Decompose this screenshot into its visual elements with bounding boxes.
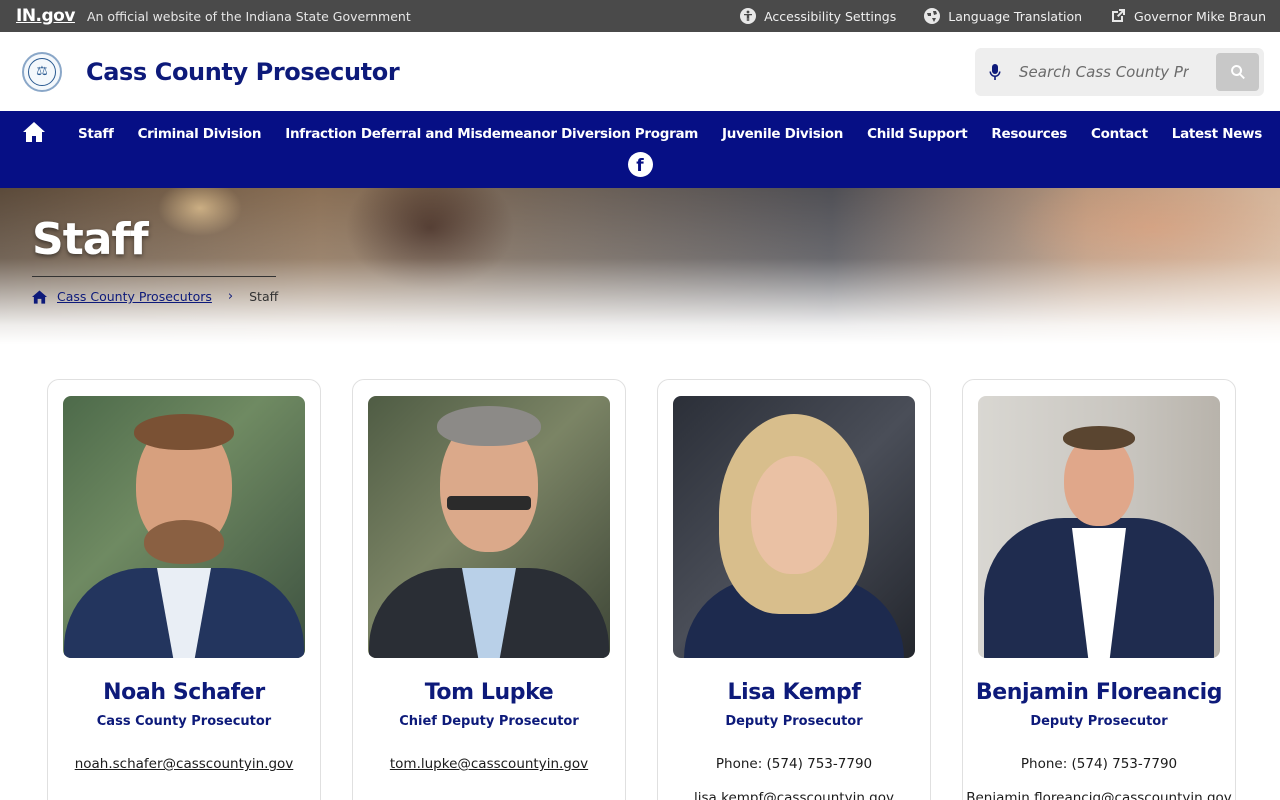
- nav-item-criminal-division[interactable]: Criminal Division: [138, 126, 262, 142]
- nav-item-resources[interactable]: Resources: [991, 126, 1067, 142]
- staff-list: Noah Schafer Cass County Prosecutor noah…: [0, 344, 1280, 800]
- search-box: [975, 47, 1264, 96]
- staff-photo: [673, 396, 915, 658]
- official-site-text: An official website of the Indiana State…: [86, 8, 411, 24]
- utility-bar: IN.gov An official website of the Indian…: [0, 0, 1280, 32]
- search-input[interactable]: [1019, 62, 1189, 81]
- nav-item-juvenile-division[interactable]: Juvenile Division: [722, 126, 843, 142]
- globe-icon: [924, 8, 941, 24]
- staff-name: Noah Schafer: [103, 680, 265, 705]
- staff-role: Cass County Prosecutor: [96, 714, 272, 729]
- site-header: ⚖ Cass County Prosecutor: [0, 32, 1280, 111]
- microphone-icon[interactable]: [987, 63, 1003, 80]
- hero-banner: Staff Cass County Prosecutors › Staff: [0, 188, 1280, 344]
- breadcrumb-home-icon[interactable]: [32, 289, 47, 304]
- language-label: Language Translation: [948, 8, 1083, 24]
- nav-item-staff[interactable]: Staff: [78, 126, 114, 142]
- nav-item-child-support[interactable]: Child Support: [867, 126, 968, 142]
- search-icon: [1230, 64, 1245, 79]
- staff-card: Tom Lupke Chief Deputy Prosecutor tom.lu…: [352, 379, 626, 800]
- staff-role: Deputy Prosecutor: [1030, 714, 1168, 729]
- nav-item-infraction-deferral[interactable]: Infraction Deferral and Misdemeanor Dive…: [285, 126, 698, 142]
- staff-phone: Phone: (574) 753-7790: [715, 756, 873, 772]
- nav-item-latest-news[interactable]: Latest News: [1172, 126, 1262, 142]
- nav-item-contact[interactable]: Contact: [1091, 126, 1148, 142]
- in-gov-brand[interactable]: IN.gov An official website of the Indian…: [16, 6, 411, 26]
- scales-icon: ⚖: [28, 57, 56, 86]
- staff-email-link[interactable]: Benjamin.floreancig@casscountyin.gov: [966, 790, 1232, 800]
- chevron-right-icon: ›: [227, 289, 234, 304]
- staff-role: Deputy Prosecutor: [725, 714, 863, 729]
- staff-email-link[interactable]: lisa.kempf@casscountyin.gov: [694, 790, 894, 800]
- staff-phone: Phone: (574) 753-7790: [1020, 756, 1178, 772]
- staff-photo: [368, 396, 610, 658]
- main-navigation: Staff Criminal Division Infraction Defer…: [0, 111, 1280, 188]
- staff-card: Benjamin Floreancig Deputy Prosecutor Ph…: [962, 379, 1236, 800]
- in-gov-logo[interactable]: IN.gov: [16, 6, 75, 26]
- staff-name: Lisa Kempf: [727, 680, 861, 705]
- language-translation-link[interactable]: Language Translation: [924, 8, 1082, 24]
- title-divider: [32, 276, 276, 277]
- staff-email-link[interactable]: tom.lupke@casscountyin.gov: [390, 756, 588, 772]
- home-icon[interactable]: [22, 121, 46, 147]
- staff-email-link[interactable]: noah.schafer@casscountyin.gov: [75, 756, 294, 772]
- governor-link[interactable]: Governor Mike Braun: [1110, 8, 1266, 24]
- staff-photo: [978, 396, 1220, 658]
- page-title: Staff: [32, 214, 149, 265]
- accessibility-settings-link[interactable]: Accessibility Settings: [740, 8, 896, 24]
- breadcrumb-current: Staff: [249, 289, 279, 304]
- external-link-icon: [1112, 9, 1126, 22]
- breadcrumb: Cass County Prosecutors › Staff: [32, 289, 278, 304]
- staff-name: Tom Lupke: [424, 680, 554, 705]
- staff-photo: [63, 396, 305, 658]
- facebook-icon[interactable]: f: [627, 152, 653, 177]
- breadcrumb-home-link[interactable]: Cass County Prosecutors: [57, 289, 212, 304]
- staff-name: Benjamin Floreancig: [975, 680, 1223, 705]
- site-title[interactable]: Cass County Prosecutor: [86, 58, 400, 86]
- staff-role: Chief Deputy Prosecutor: [399, 714, 579, 729]
- staff-card: Noah Schafer Cass County Prosecutor noah…: [47, 379, 321, 800]
- county-seal-logo[interactable]: ⚖: [22, 51, 62, 92]
- search-button[interactable]: [1216, 52, 1259, 91]
- staff-card: Lisa Kempf Deputy Prosecutor Phone: (574…: [657, 379, 931, 800]
- governor-label: Governor Mike Braun: [1134, 8, 1266, 24]
- accessibility-label: Accessibility Settings: [764, 8, 897, 24]
- accessibility-icon: [740, 8, 757, 24]
